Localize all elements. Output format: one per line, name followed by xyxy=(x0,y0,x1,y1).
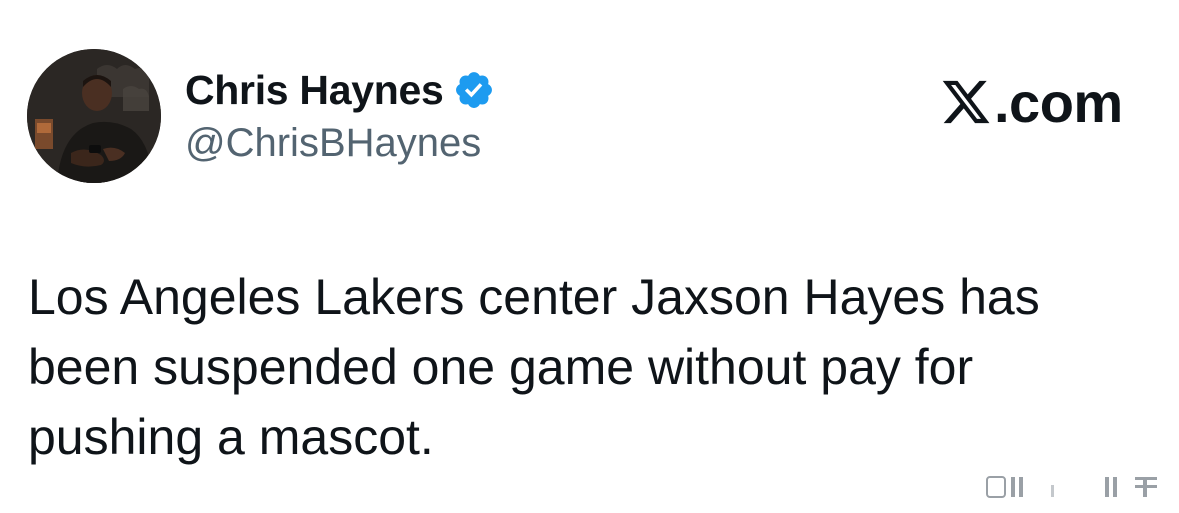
author-name-row: Chris Haynes xyxy=(185,66,495,114)
author-name[interactable]: Chris Haynes xyxy=(185,67,444,114)
brand-label: .com xyxy=(994,70,1123,134)
tweet-card: Chris Haynes @ChrisBHaynes .com Los Ange… xyxy=(0,0,1179,513)
tweet-text: Los Angeles Lakers center Jaxson Hayes h… xyxy=(28,269,1040,465)
watermark-icon xyxy=(986,476,1157,498)
author-handle[interactable]: @ChrisBHaynes xyxy=(185,121,481,166)
verified-badge-icon xyxy=(456,72,493,108)
author-avatar[interactable] xyxy=(27,49,161,183)
avatar-photo xyxy=(27,49,161,183)
x-logo-icon xyxy=(942,80,990,124)
x-com-brand: .com xyxy=(940,70,1123,134)
